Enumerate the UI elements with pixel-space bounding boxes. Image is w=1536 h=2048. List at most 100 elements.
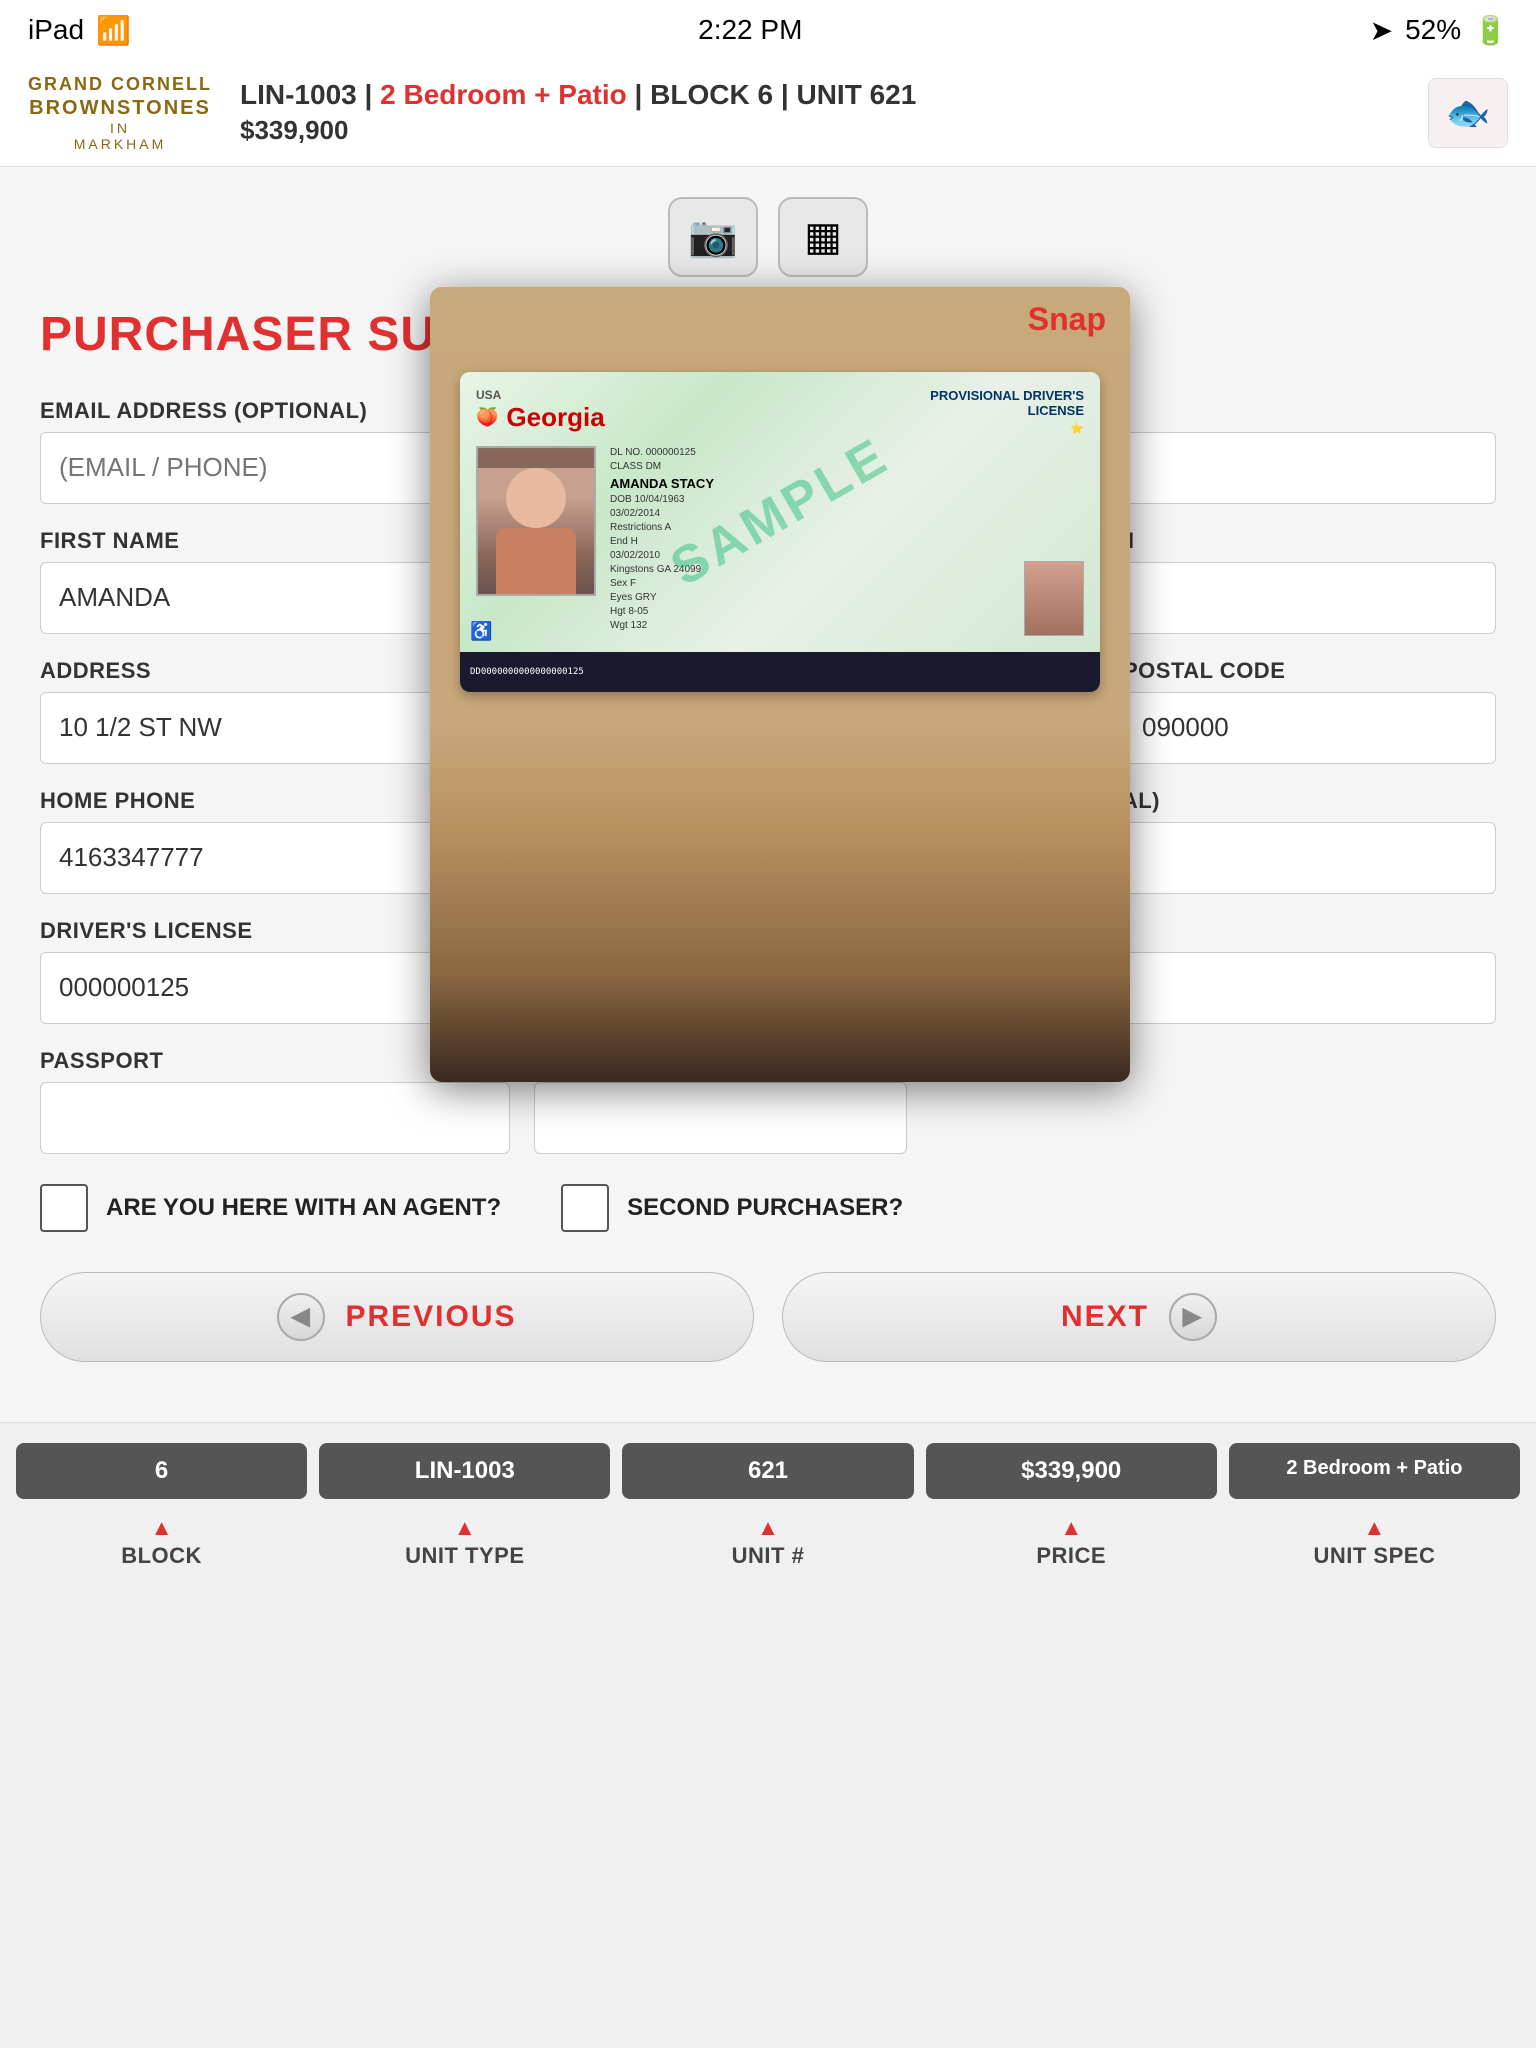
- camera-row: 📷 ▦: [40, 197, 1496, 277]
- block-label: BLOCK: [121, 1543, 202, 1569]
- agent-checkbox[interactable]: [40, 1184, 88, 1232]
- unitnum-label: UNIT #: [732, 1543, 805, 1569]
- bottom-unittype-value[interactable]: LIN-1003: [319, 1443, 610, 1499]
- id-overlay-header: Snap: [430, 287, 1130, 352]
- previous-button[interactable]: ◀ PREVIOUS: [40, 1272, 754, 1362]
- unittype-label: UNIT TYPE: [405, 1543, 524, 1569]
- id-card: USA 🍑 Georgia PROVISIONAL DRIVER'S LICEN…: [460, 372, 1100, 692]
- right-arrow-icon: ▶: [1169, 1293, 1217, 1341]
- left-arrow-icon: ◀: [277, 1293, 325, 1341]
- listing-id: LIN-1003: [240, 79, 357, 110]
- bottom-values-row: 6 LIN-1003 621 $339,900 2 Bedroom + Pati…: [0, 1423, 1536, 1509]
- state-icon: 🍑: [476, 407, 498, 428]
- id-card-inner: USA 🍑 Georgia PROVISIONAL DRIVER'S LICEN…: [460, 372, 1100, 652]
- status-bar: iPad 📶 2:22 PM ➤ 52% 🔋: [0, 0, 1536, 60]
- status-left: iPad 📶: [28, 14, 131, 47]
- id-state-area: USA 🍑 Georgia: [476, 388, 605, 433]
- id-sex: Sex F: [610, 577, 1084, 591]
- time-display: 2:22 PM: [698, 14, 802, 46]
- next-button[interactable]: NEXT ▶: [782, 1272, 1496, 1362]
- id-hgt: Hgt 8-05: [610, 605, 1084, 619]
- id-type-line2: LICENSE: [930, 403, 1084, 419]
- bottom-price-label-item: ▲ PRICE: [926, 1517, 1217, 1569]
- id-wgt: Wgt 132: [610, 619, 1084, 633]
- id-body: DL NO. 000000125 CLASS DM AMANDA STACY D…: [476, 446, 1084, 634]
- unitspec-label: UNIT SPEC: [1313, 1543, 1435, 1569]
- location-icon: ➤: [1370, 14, 1393, 47]
- barcode-icon: ▦: [804, 214, 842, 260]
- id-disability-icon: ♿: [470, 621, 492, 642]
- bottom-unittype-label-item: ▲ UNIT TYPE: [319, 1517, 610, 1569]
- unit-label: UNIT 621: [796, 79, 916, 110]
- id-barcode-area: DD0000000000000000125: [460, 652, 1100, 692]
- bottom-unitspec-value[interactable]: 2 Bedroom + Patio: [1229, 1443, 1520, 1499]
- id-details: DL NO. 000000125 CLASS DM AMANDA STACY D…: [610, 446, 1084, 634]
- fish-logo: 🐟: [1428, 78, 1508, 148]
- id-expires: 03/02/2010: [610, 549, 1084, 563]
- bottom-block-value[interactable]: 6: [16, 1443, 307, 1499]
- id-card-header: USA 🍑 Georgia PROVISIONAL DRIVER'S LICEN…: [476, 388, 1084, 436]
- next-label: NEXT: [1061, 1300, 1149, 1334]
- bottom-block-label-item: ▲ BLOCK: [16, 1517, 307, 1569]
- id-type-line1: PROVISIONAL DRIVER'S: [930, 388, 1084, 404]
- id-type: PROVISIONAL DRIVER'S LICENSE ⭐: [930, 388, 1084, 436]
- camera-button[interactable]: 📷: [668, 197, 758, 277]
- status-right: ➤ 52% 🔋: [1370, 14, 1508, 47]
- previous-label: PREVIOUS: [345, 1300, 516, 1334]
- id-dob: DOB 10/04/1963: [610, 493, 1084, 507]
- bottom-unitnum-value[interactable]: 621: [622, 1443, 913, 1499]
- id-photo-face: [478, 468, 594, 596]
- nav-row: ◀ PREVIOUS NEXT ▶: [40, 1272, 1496, 1362]
- id-eyes: Eyes GRY: [610, 591, 1084, 605]
- agent-checkbox-label: ARE YOU HERE WITH AN AGENT?: [106, 1194, 501, 1222]
- id-state: 🍑 Georgia: [476, 402, 605, 433]
- id-issued: 03/02/2014: [610, 507, 1084, 521]
- id-name: AMANDA STACY: [610, 474, 1084, 494]
- logo-text-line2: BROWNSTONES: [29, 96, 211, 120]
- battery-icon: 🔋: [1473, 14, 1508, 47]
- barcode-button[interactable]: ▦: [778, 197, 868, 277]
- bottom-price-value[interactable]: $339,900: [926, 1443, 1217, 1499]
- second-purchaser-checkbox[interactable]: [561, 1184, 609, 1232]
- id-city: Kingstons GA 24099: [610, 563, 1084, 577]
- unittype-up-arrow: ▲: [454, 1517, 476, 1539]
- id-dd: DD0000000000000000125: [470, 667, 584, 677]
- snap-label: Snap: [1028, 301, 1106, 337]
- passport-input[interactable]: [40, 1082, 510, 1154]
- id-card-container: USA 🍑 Georgia PROVISIONAL DRIVER'S LICEN…: [430, 352, 1130, 722]
- logo-text-markham: MARKHAM: [74, 136, 167, 152]
- id-star: ⭐: [930, 423, 1084, 436]
- price-up-arrow: ▲: [1060, 1517, 1082, 1539]
- wood-background: [430, 722, 1130, 1082]
- bottom-unitnum-label-item: ▲ UNIT #: [622, 1517, 913, 1569]
- id-class: CLASS DM: [610, 460, 1084, 474]
- postal-label: POSTAL CODE: [1123, 658, 1496, 684]
- second-purchaser-label: SECOND PURCHASER?: [627, 1194, 903, 1222]
- unit-type: 2 Bedroom + Patio: [380, 79, 627, 110]
- camera-icon: 📷: [688, 213, 738, 260]
- logo-text-in: IN: [110, 120, 130, 136]
- unitspec-up-arrow: ▲: [1364, 1517, 1386, 1539]
- separator3: |: [781, 79, 797, 110]
- block-up-arrow: ▲: [151, 1517, 173, 1539]
- expdate-input[interactable]: [534, 1082, 907, 1154]
- main-content: 📷 ▦ PURCHASER SUMMARY EMAIL ADDRESS (OPT…: [0, 167, 1536, 1422]
- logo: GRAND CORNELL BROWNSTONES IN MARKHAM: [28, 74, 212, 152]
- header-price: $339,900: [240, 115, 1400, 146]
- logo-text-line1: GRAND CORNELL: [28, 74, 212, 96]
- header-title: LIN-1003 | 2 Bedroom + Patio | BLOCK 6 |…: [240, 79, 1400, 111]
- unitnum-up-arrow: ▲: [757, 1517, 779, 1539]
- wifi-icon: 📶: [96, 14, 131, 47]
- postal-input[interactable]: [1123, 692, 1496, 764]
- separator1: |: [365, 79, 381, 110]
- price-label: PRICE: [1036, 1543, 1106, 1569]
- agent-checkbox-item: ARE YOU HERE WITH AN AGENT?: [40, 1184, 501, 1232]
- device-label: iPad: [28, 14, 84, 46]
- id-small-photo: [1024, 561, 1084, 636]
- id-card-overlay: Snap USA 🍑 Georgia PRO: [430, 287, 1130, 1082]
- postal-group: POSTAL CODE: [1123, 658, 1496, 764]
- bottom-bar: 6 LIN-1003 621 $339,900 2 Bedroom + Pati…: [0, 1422, 1536, 1589]
- id-photo: [476, 446, 596, 596]
- checkbox-row: ARE YOU HERE WITH AN AGENT? SECOND PURCH…: [40, 1184, 1496, 1232]
- separator2: |: [635, 79, 651, 110]
